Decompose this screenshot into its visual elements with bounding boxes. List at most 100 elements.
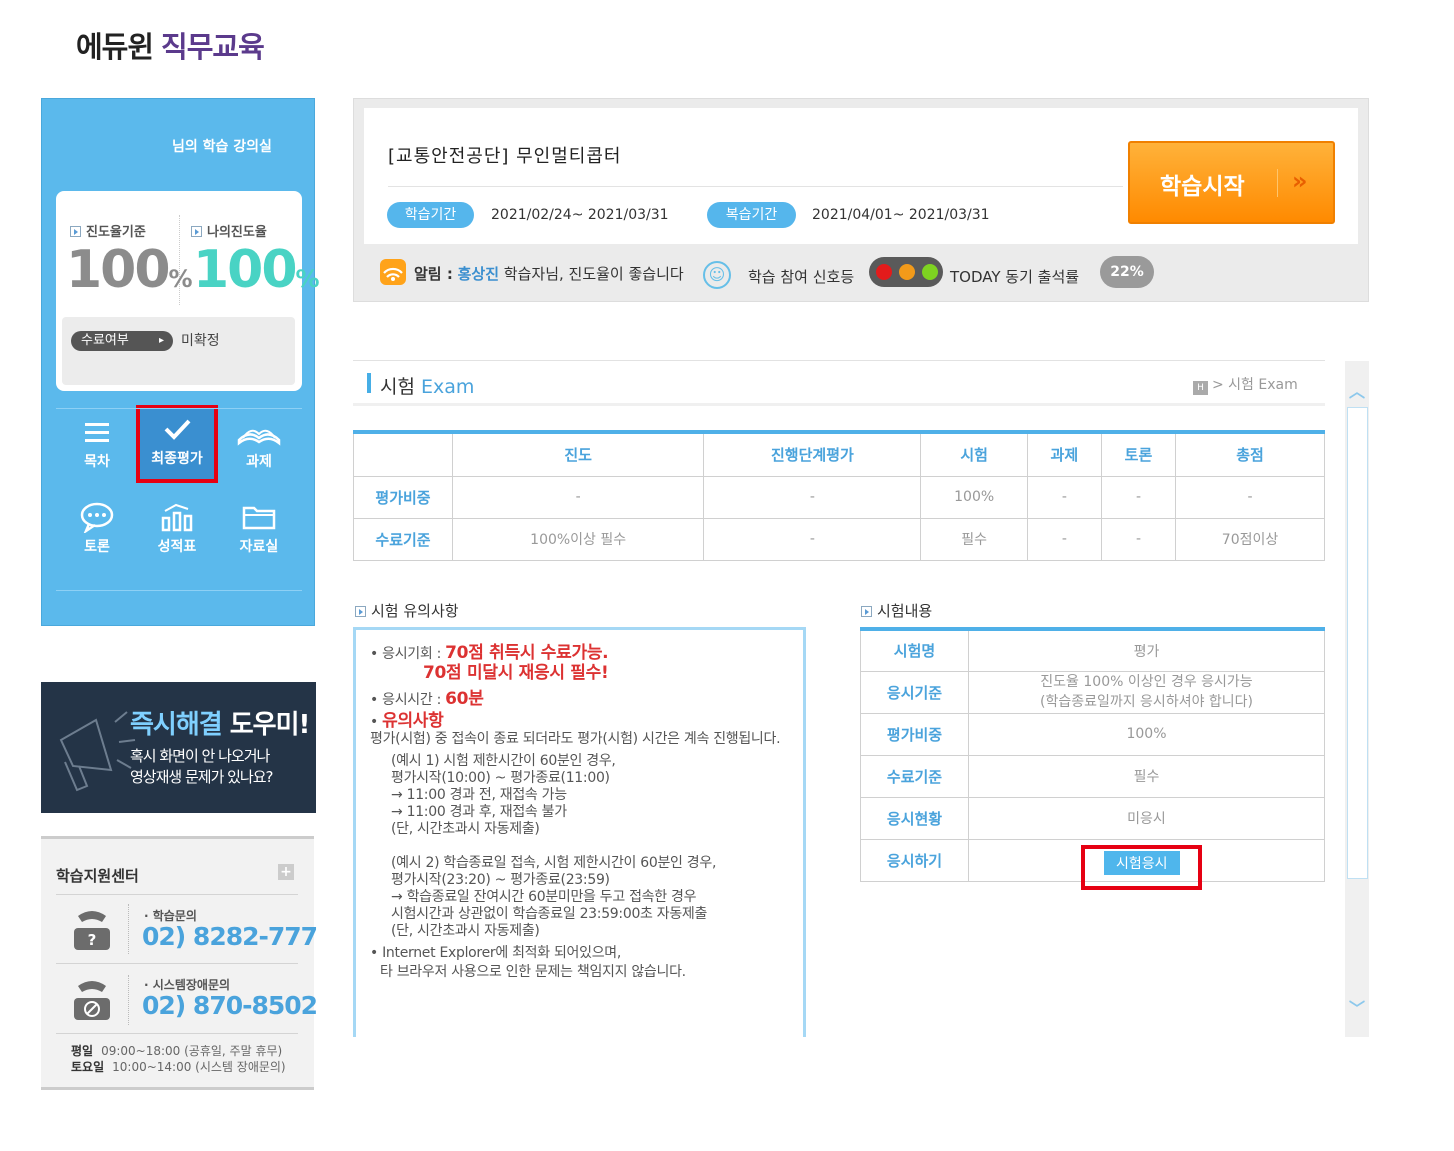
row-header: 평가비중 (353, 475, 453, 519)
bullet-icon (70, 226, 81, 237)
row-header: 응시하기 (860, 838, 969, 882)
nav-report-card[interactable]: 성적표 (136, 495, 218, 573)
nav-resources-label: 자료실 (239, 539, 279, 555)
progress-standard-value: 100% (66, 240, 193, 300)
support-title: 학습지원센터 (56, 867, 139, 885)
nav-assignment-label: 과제 (246, 454, 272, 470)
start-learning-label: 학습시작 (1160, 174, 1245, 200)
nav-toc-label: 목차 (84, 454, 110, 470)
table-cell: 100% (920, 475, 1028, 519)
start-learning-button[interactable]: 학습시작 » (1128, 141, 1335, 224)
take-exam-button[interactable]: 시험응시 (1104, 851, 1180, 875)
row-header: 응시기준 (860, 670, 969, 714)
table-cell: 미응시 (968, 796, 1325, 840)
notice-message: 알림 : 홍상진 학습자님, 진도율이 좋습니다 (414, 265, 684, 283)
exam-title-bar (367, 373, 371, 393)
table-header-row: 진도 진행단계평가 시험 과제 토론 총점 (353, 431, 1325, 477)
table-cell: 필수 (920, 517, 1028, 561)
my-progress-value: 100% (193, 240, 320, 300)
phone-error-icon (74, 981, 110, 1020)
exam-info-title: 시험내용 (861, 600, 932, 621)
support-vline (128, 975, 129, 1025)
nav-discussion[interactable]: 토론 (56, 495, 138, 573)
list-icon (85, 423, 109, 442)
support-hours: 평일 09:00~18:00 (공휴일, 주말 휴무) 토요일 10:00~14:0… (71, 1044, 286, 1074)
nav-assignment[interactable]: 과제 (218, 412, 300, 490)
table-row: 평가비중 100% (860, 712, 1325, 756)
chevron-right-icon: » (1292, 167, 1308, 195)
notes-title: 시험 유의사항 (355, 600, 459, 621)
yellow-light-icon (899, 264, 915, 280)
logo-text-main: 에듀윈 (76, 30, 154, 64)
course-title: [교통안전공단] 무인멀티콥터 (388, 146, 622, 167)
table-cell: 100% (968, 712, 1325, 756)
support-more-button[interactable]: + (278, 864, 294, 880)
bullet-icon (355, 606, 366, 617)
evaluation-table: 진도 진행단계평가 시험 과제 토론 총점 평가비중 - - 100% - - … (353, 430, 1325, 561)
table-header: 시험 (920, 431, 1028, 477)
progress-standard-label: 진도율기준 (70, 221, 146, 240)
breadcrumb: H > 시험 Exam (1193, 374, 1298, 395)
table-cell: 100%이상 필수 (451, 517, 705, 561)
row-header: 평가비중 (860, 712, 969, 756)
study-period-value: 2021/02/24~ 2021/03/31 (491, 207, 669, 223)
row-header: 시험명 (860, 628, 969, 672)
course-divider (388, 186, 1123, 187)
table-header (353, 431, 453, 477)
chat-icon (80, 502, 114, 533)
green-light-icon (922, 264, 938, 280)
table-row: 평가비중 - - 100% - - - (353, 475, 1325, 519)
review-period-value: 2021/04/01~ 2021/03/31 (812, 207, 990, 223)
bar-chart-icon (161, 503, 193, 532)
scroll-down-icon[interactable]: ﹀ (1346, 995, 1368, 1019)
nav-report-card-label: 성적표 (157, 539, 197, 555)
table-header: 토론 (1100, 431, 1177, 477)
table-cell: - (1100, 517, 1177, 561)
completion-label: 수료여부 (71, 331, 173, 351)
table-row: 응시현황 미응시 (860, 796, 1325, 840)
book-icon (237, 429, 281, 446)
table-cell: - (1175, 475, 1325, 519)
start-divider (1277, 169, 1278, 197)
check-icon (164, 419, 191, 440)
table-cell: - (1100, 475, 1177, 519)
today-attendance-value: 22% (1100, 256, 1154, 288)
smile-icon: ☺ (703, 261, 731, 289)
table-cell: 평가 (968, 628, 1325, 672)
inquiry-number: 02) 8282-777 (142, 922, 318, 951)
table-row: 수료기준 100%이상 필수 - 필수 - - 70점이상 (353, 517, 1325, 561)
nav-final-exam-label: 최종평가 (151, 451, 203, 467)
svg-text:?: ? (88, 931, 97, 949)
table-header: 과제 (1026, 431, 1102, 477)
exam-title: 시험 Exam (380, 376, 475, 398)
table-cell: - (451, 475, 705, 519)
system-number: 02) 870-8502 (142, 991, 318, 1020)
signal-label: 학습 참여 신호등 (748, 268, 855, 286)
table-cell: 진도율 100% 이상인 경우 응시가능 (학습종료일까지 응시하셔야 합니다) (968, 670, 1325, 714)
notice-icon (380, 259, 406, 285)
row-header: 응시현황 (860, 796, 969, 840)
table-cell: - (1026, 517, 1102, 561)
folder-icon (242, 506, 276, 530)
completion-value: 미확정 (181, 333, 220, 349)
nav-resources[interactable]: 자료실 (218, 495, 300, 573)
red-light-icon (876, 264, 892, 280)
nav-discussion-label: 토론 (84, 539, 110, 555)
today-attendance-label: TODAY 동기 출석률 (950, 268, 1080, 286)
table-cell: 필수 (968, 754, 1325, 798)
row-header: 수료기준 (353, 517, 453, 561)
table-row: 수료기준 필수 (860, 754, 1325, 798)
home-icon[interactable]: H (1193, 381, 1208, 395)
scrollbar-thumb[interactable] (1347, 407, 1368, 879)
my-progress-label: 나의진도율 (191, 221, 267, 240)
table-cell: - (703, 475, 922, 519)
nav-toc[interactable]: 목차 (56, 412, 138, 490)
site-logo[interactable]: 에듀윈 직무교육 (76, 24, 265, 66)
nav-final-exam[interactable]: 최종평가 (136, 405, 218, 483)
classroom-greeting: 님의 학습 강의실 (172, 139, 272, 155)
scroll-up-icon[interactable]: ︿ (1346, 378, 1368, 402)
support-vline (128, 904, 129, 954)
table-row: 시험명 평가 (860, 628, 1325, 672)
table-header: 진행단계평가 (703, 431, 922, 477)
table-row: 응시기준 진도율 100% 이상인 경우 응시가능 (학습종료일까지 응시하셔야 … (860, 670, 1325, 714)
